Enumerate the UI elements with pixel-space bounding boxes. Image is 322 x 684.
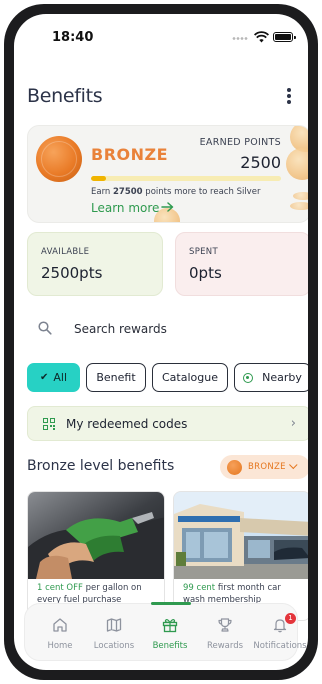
- search-input[interactable]: [74, 319, 294, 339]
- wifi-icon: [254, 31, 269, 43]
- spent-points-card: SPENT 0pts: [175, 232, 308, 296]
- check-icon: ✔: [39, 372, 49, 383]
- nav-item-benefits[interactable]: Benefits: [143, 604, 197, 662]
- tier-name: BRONZE: [91, 145, 169, 164]
- signal-dots-icon: [232, 37, 248, 40]
- tier-card: BRONZE EARNED POINTS 2500 Earn 27500 poi…: [27, 125, 308, 223]
- filter-chip-label: Nearby: [262, 371, 302, 384]
- tier-progress-bar: [91, 176, 281, 181]
- nav-item-home[interactable]: Home: [33, 604, 87, 662]
- learn-more-label: Learn more: [91, 201, 160, 215]
- fuel-nozzle-image: [28, 492, 164, 579]
- decorative-coin: [286, 148, 308, 180]
- gift-icon: [162, 619, 178, 633]
- section-title: Bronze level benefits: [27, 458, 175, 474]
- nav-item-rewards[interactable]: Rewards: [198, 604, 252, 662]
- car-wash-building-image: [174, 492, 308, 579]
- learn-more-link[interactable]: Learn more: [91, 201, 174, 215]
- available-label: AVAILABLE: [41, 247, 90, 257]
- bronze-coin-icon: [36, 136, 82, 182]
- location-target-icon: [243, 372, 254, 383]
- map-icon: [106, 618, 122, 632]
- status-time: 18:40: [52, 30, 94, 45]
- filter-chip-nearby[interactable]: Nearby: [234, 363, 308, 392]
- benefit-highlight: 99 cent: [183, 583, 216, 593]
- tier-select-dropdown[interactable]: BRONZE: [220, 455, 308, 479]
- tier-progress-fill: [91, 176, 107, 181]
- filter-chip-all[interactable]: ✔ All: [27, 363, 80, 392]
- filter-chip-benefit[interactable]: Benefit: [86, 363, 146, 392]
- filter-chip-label: Catalogue: [162, 371, 218, 384]
- app-screen: 18:40 Benefits BRONZE EARNED POINTS 2500…: [14, 14, 308, 670]
- filter-chip-label: All: [53, 371, 68, 384]
- filter-chip-catalogue[interactable]: Catalogue: [152, 363, 228, 392]
- filter-chip-label: Benefit: [96, 371, 136, 384]
- tier-select-label: BRONZE: [248, 462, 286, 472]
- earn-amount: 27500: [113, 187, 143, 197]
- redeemed-codes-label: My redeemed codes: [66, 417, 188, 431]
- bronze-coin-icon: [227, 459, 242, 475]
- redeemed-codes-row[interactable]: My redeemed codes ›: [27, 406, 308, 441]
- notification-badge: 1: [285, 613, 296, 624]
- earned-points-label: EARNED POINTS: [199, 137, 281, 148]
- home-icon: [53, 618, 67, 632]
- battery-icon: [273, 32, 296, 42]
- benefit-card-carwash[interactable]: 99 cent first month car wash membership: [173, 491, 308, 621]
- phone-frame: 18:40 Benefits BRONZE EARNED POINTS 2500…: [4, 4, 318, 680]
- qr-code-icon: [43, 418, 55, 430]
- earn-prefix: Earn: [91, 187, 114, 197]
- earn-more-text: Earn 27500 points more to reach Silver: [91, 187, 260, 197]
- nav-label: Notifications: [253, 641, 307, 651]
- arrow-right-icon: [161, 201, 174, 215]
- bottom-navigation: Home Locations Benefits Rewards 1 Notifi…: [24, 602, 307, 662]
- trophy-icon: [218, 618, 232, 632]
- more-options-icon[interactable]: [282, 88, 296, 106]
- available-points-card: AVAILABLE 2500pts: [27, 232, 163, 296]
- benefit-card-fuel[interactable]: 1 cent OFF per gallon on every fuel purc…: [27, 491, 165, 621]
- decorative-coin: [293, 192, 308, 200]
- nav-item-locations[interactable]: Locations: [87, 604, 141, 662]
- chevron-down-icon: [288, 460, 298, 470]
- available-value: 2500pts: [41, 264, 103, 282]
- page-title: Benefits: [27, 85, 103, 107]
- decorative-coin: [290, 202, 308, 210]
- chevron-right-icon: ›: [290, 416, 296, 431]
- spent-label: SPENT: [189, 247, 218, 257]
- nav-item-notifications[interactable]: 1 Notifications: [253, 604, 307, 662]
- spent-value: 0pts: [189, 264, 222, 282]
- earned-points-value: 2500: [240, 153, 281, 172]
- benefit-highlight: 1 cent OFF: [37, 583, 83, 593]
- status-bar: 18:40: [14, 14, 308, 60]
- earn-suffix: points more to reach Silver: [142, 187, 261, 197]
- search-icon: [38, 321, 52, 335]
